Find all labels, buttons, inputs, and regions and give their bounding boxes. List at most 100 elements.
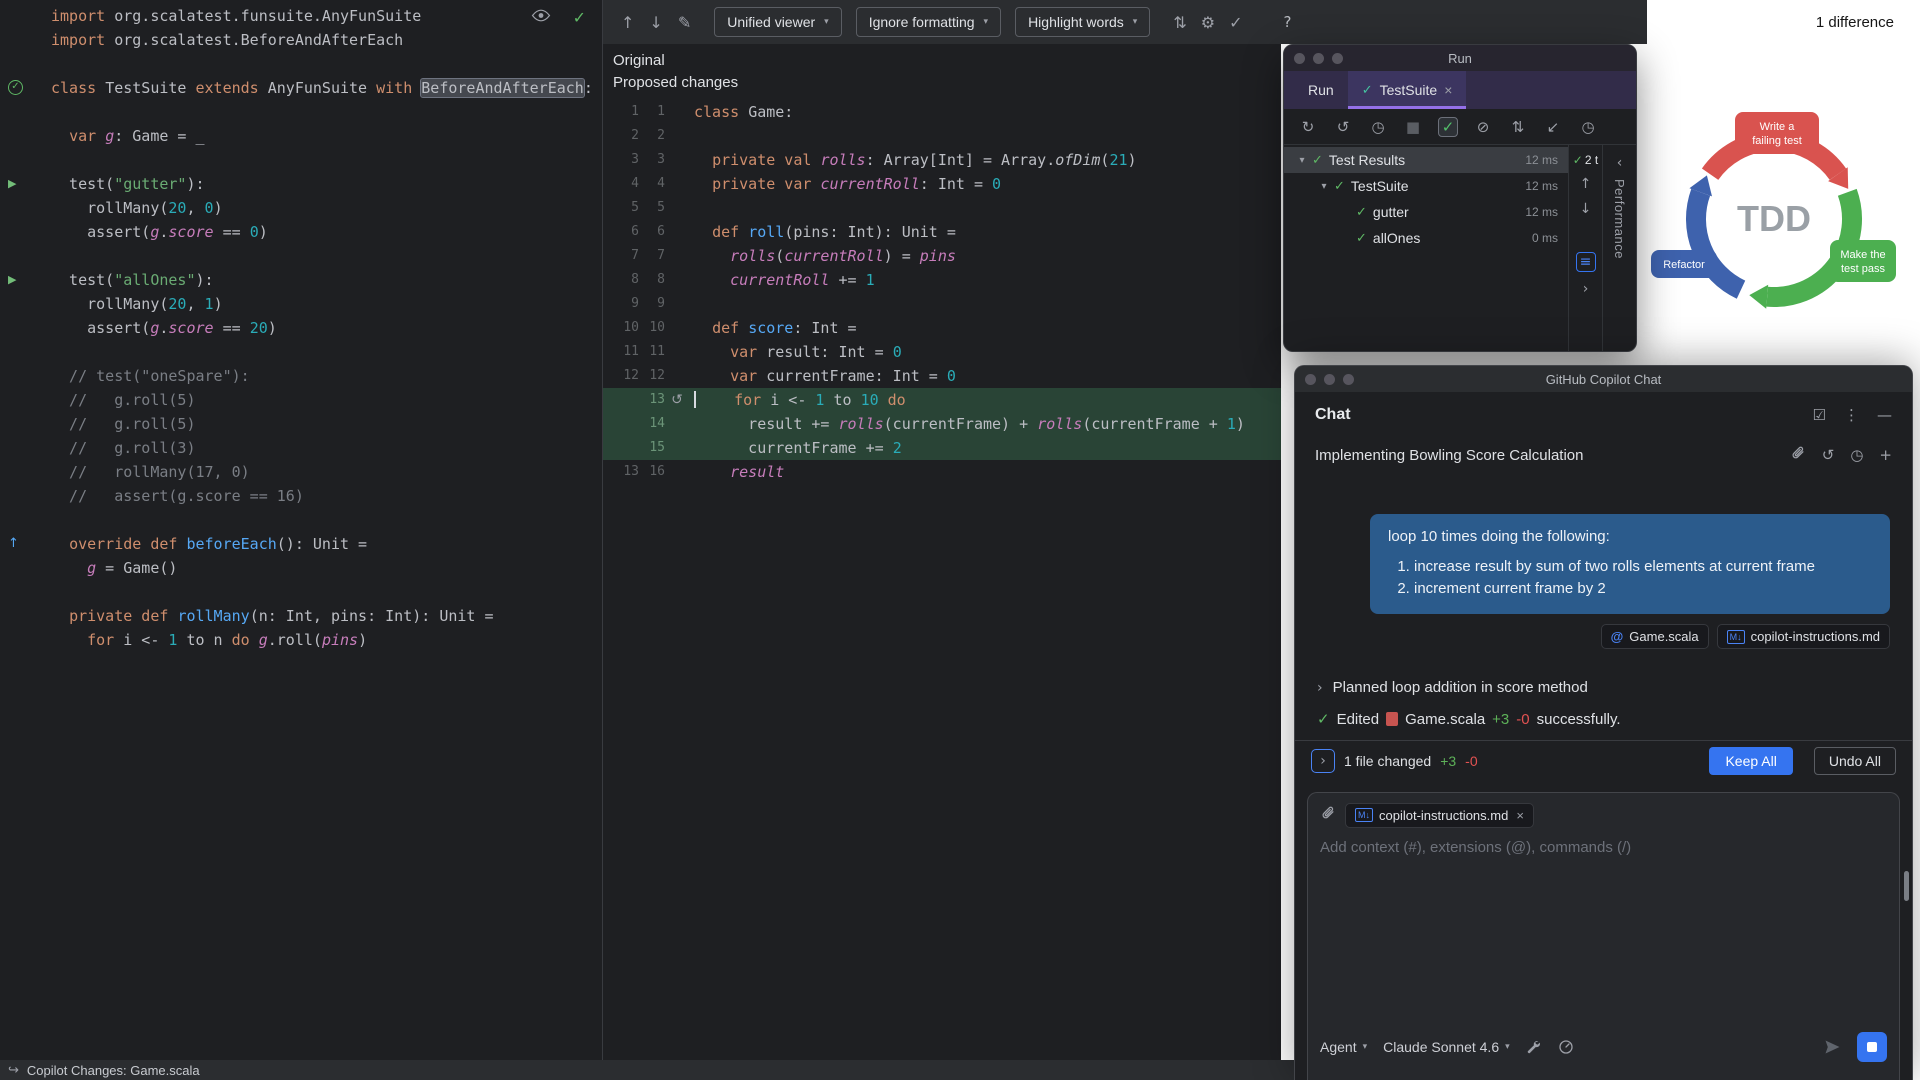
- rerun-icon[interactable]: ↻: [1298, 117, 1318, 137]
- editor-line[interactable]: [0, 508, 602, 532]
- minimize-window-icon[interactable]: [1313, 52, 1324, 64]
- editor-line[interactable]: private def rollMany(n: Int, pins: Int):…: [0, 604, 602, 628]
- diff-line[interactable]: 13 ↺ for i <- 1 to 10 do: [603, 388, 1281, 412]
- sort-icon[interactable]: ⇅: [1508, 117, 1528, 137]
- test-tree-row[interactable]: ✓ allOnes 0 ms: [1284, 225, 1568, 251]
- chat-input-container[interactable]: M↓ copilot-instructions.md × Add context…: [1307, 791, 1900, 1080]
- editor-line[interactable]: // g.roll(5): [0, 388, 602, 412]
- edited-file-link[interactable]: Game.scala: [1405, 711, 1485, 728]
- diff-pane[interactable]: Original Proposed changes 1 1 class Game: 2…: [603, 44, 1281, 1060]
- class-run-gutter-icon[interactable]: ✓: [8, 80, 23, 95]
- editor-line[interactable]: // g.roll(3): [0, 436, 602, 460]
- window-controls[interactable]: [1294, 52, 1343, 64]
- editor-line[interactable]: ▶ test("gutter"):: [0, 172, 602, 196]
- editor-line[interactable]: [0, 100, 602, 124]
- expand-changes-button[interactable]: ›: [1311, 749, 1335, 773]
- editor-line[interactable]: ✓ class TestSuite extends AnyFunSuite wit…: [0, 76, 602, 100]
- context-chip[interactable]: M↓ copilot-instructions.md ×: [1345, 802, 1534, 828]
- attachment-chip[interactable]: @ Game.scala: [1600, 624, 1709, 649]
- attachment-chip[interactable]: M↓ copilot-instructions.md: [1716, 624, 1890, 649]
- editor-line[interactable]: import org.scalatest.BeforeAndAfterEach: [0, 28, 602, 52]
- copilot-chat-window[interactable]: GitHub Copilot Chat Chat ☑ ⋮ — Implement…: [1294, 365, 1913, 1080]
- editor-line[interactable]: rollMany(20, 1): [0, 292, 602, 316]
- auto-test-icon[interactable]: ◷: [1368, 117, 1388, 137]
- stop-button[interactable]: [1857, 1032, 1887, 1062]
- chat-body[interactable]: loop 10 times doing the following: incre…: [1295, 472, 1912, 740]
- editor-line[interactable]: [0, 580, 602, 604]
- stop-icon[interactable]: ■: [1403, 117, 1423, 137]
- chat-scrollbar-thumb[interactable]: [1904, 871, 1909, 901]
- next-change-icon[interactable]: ↓: [649, 13, 662, 32]
- editor-line[interactable]: g = Game(): [0, 556, 602, 580]
- test-tree-row[interactable]: ▾ ✓ Test Results 12 ms: [1284, 147, 1568, 173]
- expand-right-icon[interactable]: ›: [1583, 281, 1589, 297]
- maximize-window-icon[interactable]: [1332, 52, 1343, 64]
- usage-gauge-icon[interactable]: [1558, 1039, 1574, 1055]
- model-dropdown[interactable]: Claude Sonnet 4.6 ▾: [1383, 1039, 1510, 1055]
- diff-line[interactable]: 12 12 var currentFrame: Int = 0: [603, 364, 1281, 388]
- editor-line[interactable]: // assert(g.score == 16): [0, 484, 602, 508]
- minimize-window-icon[interactable]: [1324, 373, 1335, 385]
- editor-line[interactable]: [0, 340, 602, 364]
- test-editor-pane[interactable]: ✓ import org.scalatest.funsuite.AnyFunSu…: [0, 0, 603, 1060]
- diff-line[interactable]: 15 currentFrame += 2: [603, 436, 1281, 460]
- editor-line[interactable]: for i <- 1 to n do g.roll(pins): [0, 628, 602, 652]
- test-tree-row[interactable]: ▾ ✓ TestSuite 12 ms: [1284, 173, 1568, 199]
- editor-line[interactable]: // test("oneSpare"):: [0, 364, 602, 388]
- help-icon[interactable]: ?: [1283, 13, 1291, 31]
- collapse-unchanged-icon[interactable]: ⇅: [1173, 13, 1186, 32]
- window-controls[interactable]: [1305, 373, 1354, 385]
- keep-all-button[interactable]: Keep All: [1709, 747, 1793, 775]
- tab-testsuite[interactable]: ✓ TestSuite ×: [1347, 71, 1467, 109]
- close-tab-icon[interactable]: ×: [1444, 82, 1452, 98]
- diff-line[interactable]: 22: [603, 124, 1281, 148]
- show-passed-toggle-icon[interactable]: ✓: [1438, 116, 1458, 137]
- diff-line[interactable]: 10 10 def score: Int =: [603, 316, 1281, 340]
- editor-line[interactable]: rollMany(20, 0): [0, 196, 602, 220]
- copilot-titlebar[interactable]: GitHub Copilot Chat: [1295, 366, 1912, 392]
- chevron-down-icon[interactable]: ▾: [1294, 155, 1310, 166]
- maximize-window-icon[interactable]: [1343, 373, 1354, 385]
- highlight-words-dropdown[interactable]: Highlight words ▾: [1015, 7, 1151, 37]
- diff-line[interactable]: 14 result += rolls(currentFrame) + rolls…: [603, 412, 1281, 436]
- remove-chip-icon[interactable]: ×: [1516, 808, 1524, 823]
- diff-line[interactable]: 44 private var currentRoll: Int = 0: [603, 172, 1281, 196]
- settings-gear-icon[interactable]: ⚙: [1201, 13, 1215, 32]
- override-gutter-icon[interactable]: ↑: [8, 532, 19, 556]
- editor-line[interactable]: [0, 148, 602, 172]
- editor-line[interactable]: assert(g.score == 20): [0, 316, 602, 340]
- agent-mode-dropdown[interactable]: Agent ▾: [1320, 1039, 1367, 1055]
- editor-line[interactable]: assert(g.score == 0): [0, 220, 602, 244]
- rerun-failed-icon[interactable]: ↺: [1333, 117, 1353, 137]
- diff-line[interactable]: 55: [603, 196, 1281, 220]
- open-in-editor-icon[interactable]: ☑: [1813, 406, 1826, 424]
- run-gutter-icon[interactable]: ▶: [8, 172, 16, 196]
- editor-line[interactable]: // rollMany(17, 0): [0, 460, 602, 484]
- import-results-icon[interactable]: ↙: [1543, 117, 1563, 137]
- editor-line[interactable]: // g.roll(5): [0, 412, 602, 436]
- diff-line[interactable]: 33 private val rolls: Array[Int] = Array…: [603, 148, 1281, 172]
- performance-panel-tab[interactable]: ‹ Performance: [1602, 145, 1636, 351]
- undo-icon[interactable]: ↺: [1822, 446, 1835, 464]
- previous-test-icon[interactable]: ↑: [1580, 176, 1592, 192]
- paperclip-icon[interactable]: [1320, 805, 1336, 826]
- filter-icon[interactable]: ≡: [1575, 252, 1596, 272]
- eye-icon[interactable]: [531, 9, 551, 27]
- diff-line[interactable]: 66 def roll(pins: Int): Unit =: [603, 220, 1281, 244]
- editor-line[interactable]: [0, 244, 602, 268]
- apply-check-icon[interactable]: ✓: [1229, 13, 1242, 32]
- editor-line[interactable]: var g: Game = _: [0, 124, 602, 148]
- new-chat-icon[interactable]: +: [1879, 446, 1892, 464]
- chevron-right-icon[interactable]: ›: [1317, 680, 1323, 696]
- viewer-mode-dropdown[interactable]: Unified viewer ▾: [714, 7, 842, 37]
- tools-icon[interactable]: [1526, 1039, 1542, 1055]
- diff-line[interactable]: 77 rolls(currentRoll) = pins: [603, 244, 1281, 268]
- editor-line[interactable]: [0, 52, 602, 76]
- tab-run[interactable]: Run: [1294, 71, 1348, 109]
- inspections-ok-icon[interactable]: ✓: [573, 8, 586, 27]
- more-menu-icon[interactable]: ⋮: [1844, 406, 1859, 424]
- editor-line[interactable]: ▶ test("allOnes"):: [0, 268, 602, 292]
- chat-input-placeholder[interactable]: Add context (#), extensions (@), command…: [1320, 839, 1887, 856]
- close-window-icon[interactable]: [1305, 373, 1316, 385]
- chevron-down-icon[interactable]: ▾: [1316, 181, 1332, 192]
